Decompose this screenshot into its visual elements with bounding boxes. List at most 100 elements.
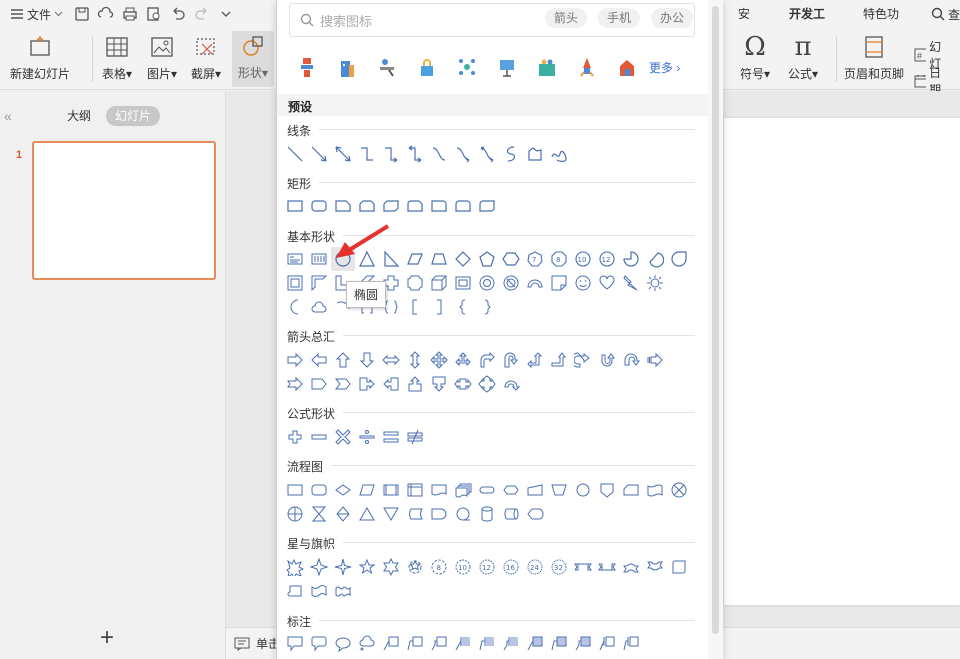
- flowchart-offpage-connector-shape[interactable]: [595, 478, 619, 502]
- teardrop-shape[interactable]: [667, 247, 691, 271]
- donut-shape[interactable]: [475, 271, 499, 295]
- accent-callout-3-shape[interactable]: [499, 631, 523, 655]
- right-brace-shape[interactable]: [475, 295, 499, 319]
- smiley-face-shape[interactable]: [571, 271, 595, 295]
- quad-arrow-shape[interactable]: [427, 348, 451, 372]
- plaque-shape[interactable]: [403, 271, 427, 295]
- snip-diagonal-rectangle-shape[interactable]: [379, 194, 403, 218]
- round-diagonal-rectangle-shape[interactable]: [475, 194, 499, 218]
- flowchart-process-shape[interactable]: [283, 478, 307, 502]
- vertical-text-box-shape[interactable]: [307, 247, 331, 271]
- up-ribbon-shape[interactable]: [571, 555, 595, 579]
- flowchart-sort-shape[interactable]: [331, 502, 355, 526]
- building-icon[interactable]: [327, 52, 367, 82]
- rectangle-shape[interactable]: [283, 194, 307, 218]
- star-16-point-shape[interactable]: 16: [499, 555, 523, 579]
- horizontal-scroll-shape[interactable]: [283, 579, 307, 603]
- round-corner-rectangle-shape[interactable]: [427, 194, 451, 218]
- moon-shape[interactable]: [283, 295, 307, 319]
- down-ribbon-shape[interactable]: [595, 555, 619, 579]
- print-preview-icon[interactable]: [145, 5, 163, 23]
- oval-callout-shape[interactable]: [331, 631, 355, 655]
- slide-thumbnail[interactable]: [32, 141, 216, 280]
- heart-shape[interactable]: [595, 271, 619, 295]
- u-turn-arrow-shape[interactable]: [499, 348, 523, 372]
- undo-icon[interactable]: [169, 5, 187, 23]
- flowchart-delay-shape[interactable]: [427, 502, 451, 526]
- dropdown-scrollbar[interactable]: [708, 0, 723, 659]
- add-slide-icon[interactable]: +: [100, 626, 114, 650]
- border-callout-3-shape[interactable]: [571, 631, 595, 655]
- tab-features[interactable]: 特色功能: [849, 0, 923, 49]
- folded-corner-shape[interactable]: [547, 271, 571, 295]
- lightning-bolt-shape[interactable]: [619, 271, 643, 295]
- double-arrow-line-shape[interactable]: [331, 142, 355, 166]
- frame-shape[interactable]: [283, 271, 307, 295]
- line-callout-1-shape[interactable]: [379, 631, 403, 655]
- octagon-shape[interactable]: 8: [547, 247, 571, 271]
- divide-shape[interactable]: [355, 425, 379, 449]
- left-bracket-shape[interactable]: [403, 295, 427, 319]
- trapezoid-shape[interactable]: [427, 247, 451, 271]
- pentagon-arrow-shape[interactable]: [307, 372, 331, 396]
- dodecagon-shape[interactable]: 12: [595, 247, 619, 271]
- diamond-shape[interactable]: [451, 247, 475, 271]
- accent-callout-2-shape[interactable]: [475, 631, 499, 655]
- heptagon-shape[interactable]: 7: [523, 247, 547, 271]
- up-arrow-callout-shape[interactable]: [403, 372, 427, 396]
- curved-up-ribbon-shape[interactable]: [619, 555, 643, 579]
- flowchart-internal-storage-shape[interactable]: [403, 478, 427, 502]
- star-4-point-shape[interactable]: [307, 555, 331, 579]
- flowchart-manual-operation-shape[interactable]: [547, 478, 571, 502]
- file-menu[interactable]: 文件: [10, 6, 63, 23]
- vertical-scroll-shape[interactable]: [667, 555, 691, 579]
- text-box-shape[interactable]: [283, 247, 307, 271]
- star-4-point-thin-shape[interactable]: [331, 555, 355, 579]
- curved-up-arrow-shape[interactable]: [619, 348, 643, 372]
- tab-outline[interactable]: 大纲: [58, 106, 100, 126]
- new-slide-button[interactable]: 新建幻灯片: [10, 32, 70, 82]
- border-callout-2-shape[interactable]: [547, 631, 571, 655]
- no-symbol-shape[interactable]: [499, 271, 523, 295]
- double-wave-shape[interactable]: [331, 579, 355, 603]
- pentagon-shape[interactable]: [475, 247, 499, 271]
- presentation-board-icon[interactable]: [487, 52, 527, 82]
- flowchart-collate-shape[interactable]: [307, 502, 331, 526]
- accent-callout-1-shape[interactable]: [451, 631, 475, 655]
- down-arrow-shape[interactable]: [355, 348, 379, 372]
- cloud-sync-icon[interactable]: [97, 5, 115, 23]
- flowchart-summing-junction-shape[interactable]: [667, 478, 691, 502]
- scribble-shape[interactable]: [547, 142, 571, 166]
- lock-icon[interactable]: [407, 52, 447, 82]
- flowchart-sequential-access-shape[interactable]: [451, 502, 475, 526]
- flowchart-alternate-process-shape[interactable]: [307, 478, 331, 502]
- not-equal-shape[interactable]: [403, 425, 427, 449]
- team-icon[interactable]: [527, 52, 567, 82]
- flowchart-predefined-process-shape[interactable]: [379, 478, 403, 502]
- scrollbar-thumb[interactable]: [712, 6, 719, 634]
- collapse-panel-icon[interactable]: «: [4, 108, 12, 124]
- flowchart-card-shape[interactable]: [619, 478, 643, 502]
- border-callout-1-shape[interactable]: [523, 631, 547, 655]
- flowchart-data-shape[interactable]: [355, 478, 379, 502]
- snip-corner-rectangle-shape[interactable]: [331, 194, 355, 218]
- minus-shape[interactable]: [307, 425, 331, 449]
- curved-down-ribbon-shape[interactable]: [643, 555, 667, 579]
- flowchart-multidocument-shape[interactable]: [451, 478, 475, 502]
- podium-icon[interactable]: [287, 52, 327, 82]
- search-tab[interactable]: 查: [923, 6, 960, 23]
- symbol-button[interactable]: Ω 符号▾: [740, 32, 770, 82]
- elbow-double-arrow-connector-shape[interactable]: [403, 142, 427, 166]
- star-8-point-shape[interactable]: 8: [427, 555, 451, 579]
- equal-shape[interactable]: [379, 425, 403, 449]
- star-24-point-shape[interactable]: 24: [523, 555, 547, 579]
- plus-shape[interactable]: [283, 425, 307, 449]
- chevron-shape[interactable]: [331, 372, 355, 396]
- explosion-1-shape[interactable]: [283, 555, 307, 579]
- line-callout-3-shape[interactable]: [427, 631, 451, 655]
- curved-right-arrow-shape[interactable]: [571, 348, 595, 372]
- parallelogram-shape[interactable]: [403, 247, 427, 271]
- circular-arrow-shape[interactable]: [499, 372, 523, 396]
- elbow-connector-shape[interactable]: [355, 142, 379, 166]
- flowchart-connector-shape[interactable]: [571, 478, 595, 502]
